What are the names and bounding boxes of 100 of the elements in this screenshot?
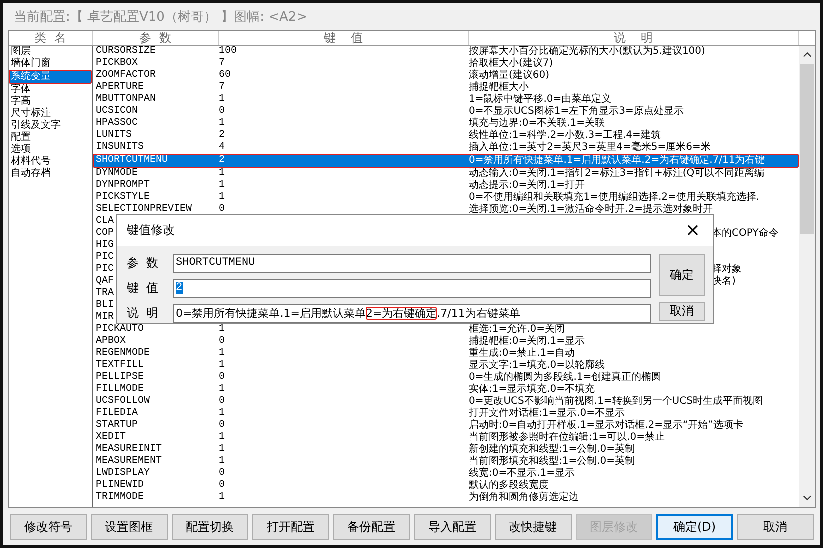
table-row[interactable]: SELECTIONPREVIEW 0 选择预览:0=关闭.1=激活命令时开.2=提示选对象时开 (93, 204, 799, 216)
param-description: 0=不使用编组和关联填充1=使用编组选择.2=使用关联填充选择. (469, 192, 760, 204)
param-name: PICKSTYLE (95, 192, 150, 204)
param-value: 7 (219, 58, 226, 70)
param-name: SHORTCUTMENU (95, 154, 168, 168)
column-header[interactable]: 说 明 (469, 31, 799, 45)
category-item[interactable]: 配置 (9, 132, 92, 144)
param-value: 0 (219, 396, 226, 408)
param-name: APBOX (95, 336, 126, 348)
footer-button[interactable]: 配置切换 (172, 514, 248, 540)
param-value: 1 (219, 94, 226, 106)
table-row[interactable]: PICKAUTO 1 框选:1=允许.0=关闭 (93, 324, 799, 336)
ok-button[interactable]: 确定 (659, 254, 705, 296)
table-row[interactable]: ZOOMFACTOR 60 滚动增量(建议60) (93, 70, 799, 82)
param-description: 插入单位:1=英寸2=英尺3=英里4=毫米5=厘米6=米 (469, 142, 711, 154)
param-value: 1 (219, 444, 226, 456)
footer-button[interactable]: 导入配置 (414, 514, 491, 540)
param-description: 当前图形被参照时在位编辑:1=可以.0=禁止 (469, 432, 666, 444)
scroll-thumb[interactable] (800, 64, 814, 234)
param-description: 为倒角和圆角修剪选定边 (469, 492, 579, 504)
category-item[interactable]: 尺寸标注 (9, 108, 92, 120)
param-description: 启动时:0=自动打开样板.1=显示对话框.2=显示“开始”选项卡 (469, 420, 744, 432)
param-name: TEXTFILL (95, 360, 144, 372)
table-row[interactable]: APBOX 0 捕捉靶框:0=关闭.1=显示 (93, 336, 799, 348)
table-row[interactable]: UCSICON 0 0=不显示UCS图标1=左下角显示3=原点处显示 (93, 106, 799, 118)
scrollbar[interactable] (799, 46, 815, 507)
field-label: 键 值 (127, 280, 160, 297)
param-name: MEASUREMENT (95, 456, 162, 468)
table-row[interactable]: TEXTFILL 1 显示文字:1=填充.0=以轮廓线 (93, 360, 799, 372)
table-row[interactable]: PICKSTYLE 1 0=不使用编组和关联填充1=使用编组选择.2=使用关联填充选择. (93, 192, 799, 204)
close-button[interactable]: × (673, 216, 713, 244)
table-row[interactable]: PLINEWID 0 默认的多段线宽度 (93, 480, 799, 492)
scroll-down-icon[interactable] (802, 495, 812, 501)
column-header[interactable]: 参 数 (93, 31, 219, 45)
footer-button[interactable]: 打开配置 (252, 514, 330, 540)
param-name: LUNITS (95, 130, 132, 142)
scroll-up-icon[interactable] (802, 52, 812, 58)
description-field[interactable]: 0=禁用所有快捷菜单.1=启用默认菜单2=为右键确定.7/11为右键菜单 (173, 304, 651, 323)
param-name: MEASUREINIT (95, 444, 162, 456)
column-header[interactable]: 类 名 (9, 31, 93, 45)
param-description: 当前图形填充和线型:1=公制.0=英制 (469, 456, 636, 468)
table-row[interactable]: LWDISPLAY 0 线宽:0=不显示.1=显示 (93, 468, 799, 480)
param-name: ZOOMFACTOR (95, 70, 156, 82)
table-row[interactable]: PICKBOX 7 拾取框大小(建议7) (93, 58, 799, 70)
param-description: 0=生成的椭圆为多段线.1=创建真正的椭圆 (469, 372, 662, 384)
table-row[interactable]: LUNITS 2 线性单位:1=科学.2=小数.3=工程.4=建筑 (93, 130, 799, 142)
column-header[interactable]: 键 值 (219, 31, 469, 45)
param-description: 框选:1=允许.0=关闭 (469, 324, 566, 336)
table-row[interactable]: CURSORSIZE 100 按屏幕大小百分比确定光标的大小(默认为5.建议100) (93, 46, 799, 58)
dialog-title: 键值修改 (127, 222, 175, 239)
footer-button[interactable]: 改快捷键 (494, 514, 572, 540)
param-name: PICKAUTO (95, 324, 144, 336)
footer-button[interactable]: 修改符号 (10, 514, 87, 540)
category-item[interactable]: 图层 (9, 46, 92, 58)
category-item[interactable]: 材料代号 (9, 156, 92, 168)
table-row[interactable]: INSUNITS 4 插入单位:1=英寸2=英尺3=英里4=毫米5=厘米6=米 (93, 142, 799, 154)
footer-button[interactable]: 确定(D) (656, 514, 734, 540)
param-description: 显示文字:1=填充.0=以轮廓线 (469, 360, 606, 372)
table-row[interactable]: REGENMODE 1 重生成:0=禁止.1=自动 (93, 348, 799, 360)
table-row[interactable]: SHORTCUTMENU 2 0=禁用所有快捷菜单.1=启用默认菜单.2=为右键确定.7/11为右键 (93, 154, 799, 168)
table-row[interactable]: XEDIT 1 当前图形被参照时在位编辑:1=可以.0=禁止 (93, 432, 799, 444)
table-row[interactable]: MEASUREMENT 1 当前图形填充和线型:1=公制.0=英制 (93, 456, 799, 468)
table-row[interactable]: APERTURE 7 捕捉靶框大小 (93, 82, 799, 94)
category-item[interactable]: 字体 (9, 84, 92, 96)
cancel-button[interactable]: 取消 (659, 302, 705, 321)
param-field[interactable]: SHORTCUTMENU (173, 254, 651, 273)
table-row[interactable]: MBUTTONPAN 1 1=鼠标中键平移.0=由菜单定义 (93, 94, 799, 106)
table-row[interactable]: MEASUREINIT 1 新创建的填充和线型:1=公制.0=英制 (93, 444, 799, 456)
table-row[interactable]: FILEDIA 1 打开文件对话框:1=显示.0=不显示 (93, 408, 799, 420)
param-description: 默认的多段线宽度 (469, 480, 549, 492)
param-name: LWDISPLAY (95, 468, 150, 480)
param-name: PLINEWID (95, 480, 144, 492)
category-item[interactable]: 字高 (9, 96, 92, 108)
category-item[interactable]: 自动存档 (9, 168, 92, 180)
table-row[interactable]: FILLMODE 1 实体:1=显示填充.0=不填充 (93, 384, 799, 396)
category-item[interactable]: 墙体门窗 (9, 58, 92, 70)
table-row[interactable]: DYNPROMPT 1 动态提示:0=关闭.1=打开 (93, 180, 799, 192)
param-description: 动态输入:0=关闭.1=指针2=标注3=指针+标注(Q可以不同距离编 (469, 168, 765, 180)
param-name: UCSFOLLOW (95, 396, 150, 408)
param-name: DYNMODE (95, 168, 138, 180)
table-row[interactable]: DYNMODE 1 动态输入:0=关闭.1=指针2=标注3=指针+标注(Q可以不同距离编 (93, 168, 799, 180)
footer-button[interactable]: 备份配置 (333, 514, 410, 540)
param-value: 1 (219, 384, 226, 396)
param-value: 4 (219, 142, 226, 154)
category-item[interactable]: 引线及文字 (9, 120, 92, 132)
param-description: 线性单位:1=科学.2=小数.3=工程.4=建筑 (469, 130, 661, 142)
table-row[interactable]: TRIMMODE 1 为倒角和圆角修剪选定边 (93, 492, 799, 504)
param-description: 滚动增量(建议60) (469, 70, 550, 82)
param-value: 0 (219, 468, 226, 480)
param-name: STARTUP (95, 420, 138, 432)
table-row[interactable]: PELLIPSE 0 0=生成的椭圆为多段线.1=创建真正的椭圆 (93, 372, 799, 384)
table-row[interactable]: HPASSOC 1 填充与边界:0=不关联.1=关联 (93, 118, 799, 130)
category-item[interactable]: 系统变量 (9, 70, 92, 84)
param-name: HIG (95, 240, 114, 252)
category-item[interactable]: 选项 (9, 144, 92, 156)
value-field[interactable]: 2 (173, 279, 651, 298)
table-row[interactable]: UCSFOLLOW 0 0=更改UCS不影响当前视图.1=转换到另一个UCS时生成平面视图 (93, 396, 799, 408)
footer-button[interactable]: 设置图框 (90, 514, 168, 540)
footer-button[interactable]: 取消 (737, 514, 814, 540)
table-row[interactable]: STARTUP 0 启动时:0=自动打开样板.1=显示对话框.2=显示“开始”选项卡 (93, 420, 799, 432)
